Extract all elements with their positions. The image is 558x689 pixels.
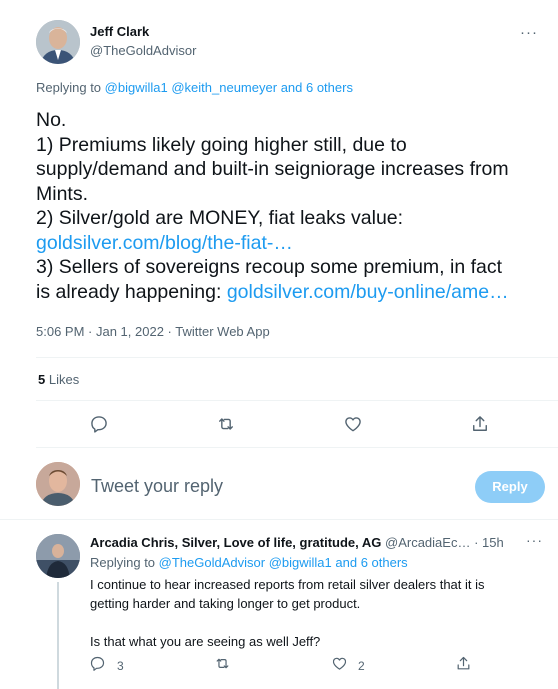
reply-icon[interactable] [89, 414, 111, 436]
current-user-avatar[interactable] [36, 462, 80, 506]
reply-age[interactable]: 15h [482, 535, 504, 550]
tweet-text-line: 1) Premiums likely going higher still, d… [36, 133, 407, 156]
reply-text-line: I continue to hear increased reports fro… [90, 577, 485, 592]
retweet-icon[interactable] [216, 414, 238, 436]
others-link[interactable]: and 6 others [281, 80, 353, 95]
like-count: 2 [358, 659, 365, 673]
likes-label: Likes [48, 372, 80, 387]
likes-count: 5 [38, 372, 46, 387]
divider [36, 400, 558, 401]
tweet-text-fragment: is already happening: [36, 280, 222, 303]
replying-to-line: Replying to @bigwilla1 @keith_neumeyer a… [36, 80, 353, 95]
replying-label: Replying to [36, 80, 102, 95]
likes-stat[interactable]: 5 Likes [38, 372, 79, 387]
tweet-text-line: Mints. [36, 182, 89, 205]
tweet-text-line: 2) Silver/gold are MONEY, fiat leaks val… [36, 207, 404, 229]
heart-icon[interactable] [331, 655, 353, 677]
reply-author-avatar[interactable] [36, 534, 80, 578]
tweet-timestamp: 5:06 PM · Jan 1, 2022 · Twitter Web App [36, 324, 270, 339]
reply-input[interactable]: Tweet your reply [91, 476, 223, 497]
divider [36, 447, 558, 448]
reply-text: I continue to hear increased reports fro… [90, 575, 545, 651]
more-dots-icon[interactable]: ··· [520, 24, 538, 41]
replying-to-line: Replying to @TheGoldAdvisor @bigwilla1 a… [90, 555, 408, 570]
reply-count: 3 [117, 659, 124, 673]
others-link[interactable]: and 6 others [335, 555, 407, 570]
heart-icon[interactable] [343, 414, 365, 436]
reply-author-handle[interactable]: @ArcadiaEc… [385, 535, 470, 550]
more-dots-icon[interactable]: ··· [526, 532, 543, 548]
tweet-link[interactable]: goldsilver.com/buy-online/ame… [227, 281, 509, 303]
tweet-text: No. 1) Premiums likely going higher stil… [36, 108, 552, 304]
retweet-icon[interactable] [214, 655, 236, 677]
author-handle[interactable]: @TheGoldAdvisor [90, 43, 196, 58]
tweet-time[interactable]: 5:06 PM [36, 324, 84, 339]
reply-text-line: Is that what you are seeing as well Jeff… [90, 634, 321, 649]
mention-link[interactable]: @keith_neumeyer [171, 80, 277, 95]
reply-icon[interactable] [89, 655, 111, 677]
reply-author-name[interactable]: Arcadia Chris, Silver, Love of life, gra… [90, 535, 381, 550]
tweet-text-line: is already happening: goldsilver.com/buy… [36, 280, 552, 305]
mention-link[interactable]: @bigwilla1 [269, 555, 332, 570]
separator-dot: · [474, 535, 479, 550]
tweet-link[interactable]: goldsilver.com/blog/the-fiat-… [36, 231, 552, 256]
tweet-text-line: supply/demand and built-in seigniorage i… [36, 158, 509, 180]
divider [0, 519, 558, 520]
reply-button[interactable]: Reply [475, 471, 545, 503]
replying-label: Replying to [90, 555, 156, 570]
mention-link[interactable]: @bigwilla1 [105, 80, 168, 95]
tweet-source[interactable]: Twitter Web App [175, 324, 269, 339]
share-icon[interactable] [455, 655, 477, 677]
author-avatar[interactable] [36, 20, 80, 64]
divider [36, 357, 558, 358]
share-icon[interactable] [470, 414, 492, 436]
reply-author-row: Arcadia Chris, Silver, Love of life, gra… [90, 535, 504, 550]
mention-link[interactable]: @TheGoldAdvisor [159, 555, 265, 570]
tweet-text-line: No. [36, 109, 67, 131]
tweet-text-line: 3) Sellers of sovereigns recoup some pre… [36, 256, 503, 278]
reply-text-line: getting harder and taking longer to get … [90, 596, 361, 611]
author-name[interactable]: Jeff Clark [90, 24, 149, 39]
tweet-date[interactable]: Jan 1, 2022 [96, 324, 164, 339]
thread-connector [57, 582, 59, 689]
